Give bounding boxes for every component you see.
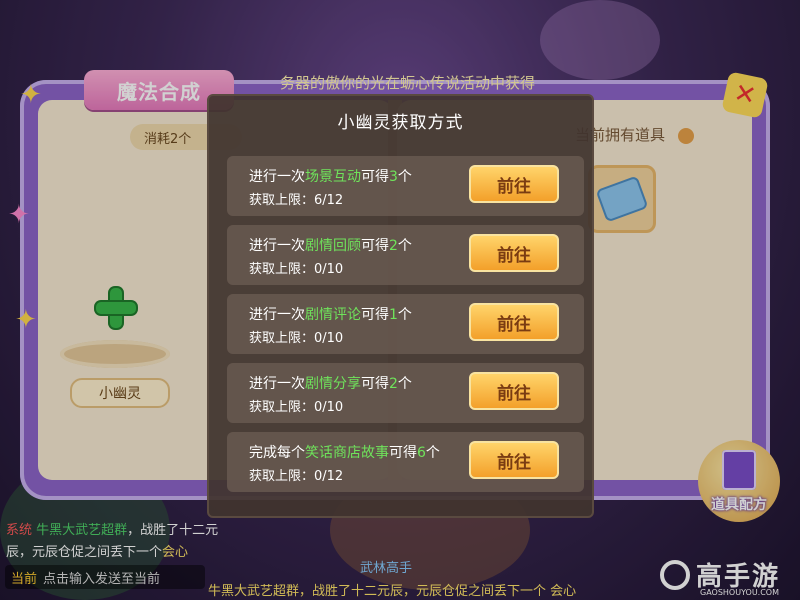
acquire-row: 进行一次剧情回顾可得2个 获取上限：0/10 前往 xyxy=(227,225,584,285)
acquire-methods-dialog: 小幽灵获取方式 进行一次场景互动可得3个 获取上限：6/12 前往 进行一次剧情… xyxy=(207,94,594,518)
acquire-row: 完成每个笑话商店故事可得6个 获取上限：0/12 前往 xyxy=(227,432,584,492)
desc-suffix: 个 xyxy=(397,238,412,254)
desc-suffix: 个 xyxy=(397,307,412,323)
activity-name: 场景互动 xyxy=(305,169,361,185)
acquire-row: 进行一次场景互动可得3个 获取上限：6/12 前往 xyxy=(227,156,584,216)
desc-mid: 可得 xyxy=(361,238,389,254)
acquire-row: 进行一次剧情分享可得2个 获取上限：0/10 前往 xyxy=(227,363,584,423)
goto-button[interactable]: 前往 xyxy=(469,441,559,479)
reward-count: 6 xyxy=(417,445,426,461)
goto-button[interactable]: 前往 xyxy=(469,303,559,341)
acquire-description: 进行一次剧情分享可得2个 xyxy=(249,373,412,393)
desc-prefix: 进行一次 xyxy=(249,238,305,254)
activity-name: 剧情分享 xyxy=(305,376,361,392)
acquire-description: 进行一次剧情回顾可得2个 xyxy=(249,235,412,255)
goto-button[interactable]: 前往 xyxy=(469,165,559,203)
reward-count: 2 xyxy=(389,376,398,392)
desc-mid: 可得 xyxy=(361,307,389,323)
acquire-limit: 获取上限：0/10 xyxy=(249,262,344,277)
dialog-title: 小幽灵获取方式 xyxy=(337,113,464,133)
acquire-limit: 获取上限：0/10 xyxy=(249,331,344,346)
acquire-description: 进行一次场景互动可得3个 xyxy=(249,166,412,186)
acquire-description: 进行一次剧情评论可得1个 xyxy=(249,304,412,324)
desc-prefix: 进行一次 xyxy=(249,376,305,392)
desc-mid: 可得 xyxy=(361,169,389,185)
reward-count: 3 xyxy=(389,169,398,185)
desc-suffix: 个 xyxy=(425,445,440,461)
goto-button[interactable]: 前往 xyxy=(469,234,559,272)
goto-button[interactable]: 前往 xyxy=(469,372,559,410)
acquire-description: 完成每个笑话商店故事可得6个 xyxy=(249,442,440,462)
activity-name: 笑话商店故事 xyxy=(305,445,389,461)
acquire-row: 进行一次剧情评论可得1个 获取上限：0/10 前往 xyxy=(227,294,584,354)
desc-prefix: 进行一次 xyxy=(249,307,305,323)
desc-prefix: 进行一次 xyxy=(249,169,305,185)
activity-name: 剧情评论 xyxy=(305,307,361,323)
acquire-limit: 获取上限：0/10 xyxy=(249,400,344,415)
desc-suffix: 个 xyxy=(397,169,412,185)
desc-mid: 可得 xyxy=(389,445,417,461)
reward-count: 1 xyxy=(389,307,398,323)
desc-mid: 可得 xyxy=(361,376,389,392)
reward-count: 2 xyxy=(389,238,398,254)
desc-suffix: 个 xyxy=(397,376,412,392)
desc-prefix: 完成每个 xyxy=(249,445,305,461)
acquire-limit: 获取上限：0/12 xyxy=(249,469,344,484)
activity-name: 剧情回顾 xyxy=(305,238,361,254)
acquire-limit: 获取上限：6/12 xyxy=(249,193,344,208)
